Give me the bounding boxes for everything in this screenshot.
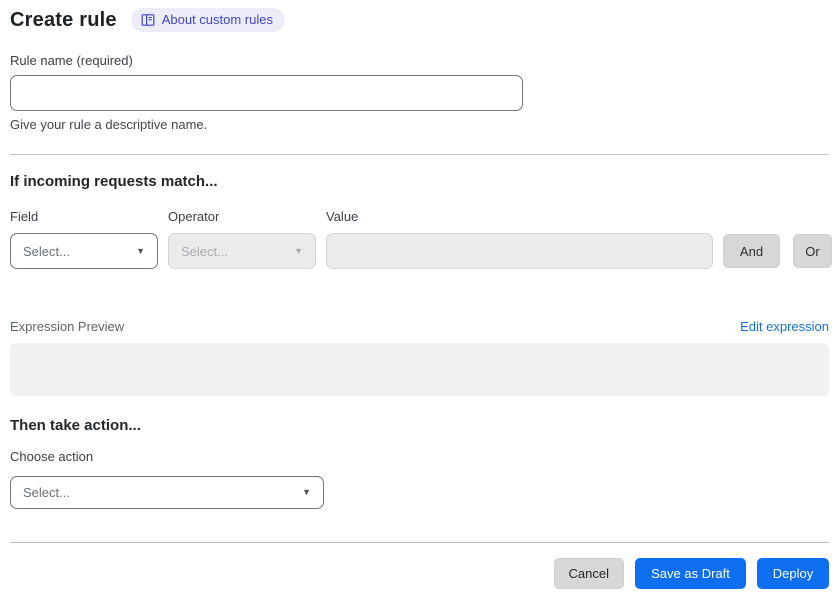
page-header: Create rule About custom rules: [10, 8, 829, 32]
match-section-heading: If incoming requests match...: [10, 173, 218, 190]
save-as-draft-button[interactable]: Save as Draft: [635, 558, 746, 589]
and-button[interactable]: And: [723, 234, 780, 268]
footer-actions: Cancel Save as Draft Deploy: [10, 558, 829, 589]
create-rule-page: Create rule About custom rules Rule name…: [0, 0, 839, 589]
about-custom-rules-label: About custom rules: [161, 12, 273, 27]
edit-expression-link[interactable]: Edit expression: [740, 319, 829, 334]
or-button[interactable]: Or: [793, 234, 832, 268]
value-input[interactable]: [326, 233, 713, 269]
operator-label: Operator: [168, 209, 220, 224]
page-title: Create rule: [10, 8, 117, 31]
operator-select-value: Select...: [181, 243, 228, 259]
rule-name-input[interactable]: [10, 75, 523, 111]
match-labels-row: Field Operator Value: [10, 209, 829, 224]
operator-select[interactable]: Select... ▼: [168, 233, 316, 269]
expression-preview-header: Expression Preview Edit expression: [10, 319, 829, 334]
section-divider-top: [10, 154, 829, 155]
rule-name-section: Rule name (required) Give your rule a de…: [10, 53, 829, 132]
field-select[interactable]: Select... ▼: [10, 233, 158, 269]
expression-preview-box: [10, 343, 829, 396]
rule-name-helper: Give your rule a descriptive name.: [10, 117, 208, 132]
chevron-down-icon: ▼: [302, 487, 311, 497]
choose-action-select[interactable]: Select... ▼: [10, 476, 324, 509]
expression-preview-label: Expression Preview: [10, 319, 125, 334]
choose-action-select-value: Select...: [23, 485, 70, 500]
book-icon: [141, 13, 155, 27]
value-label: Value: [326, 209, 359, 224]
field-label: Field: [10, 209, 39, 224]
footer-divider: [10, 542, 829, 543]
choose-action-label: Choose action: [10, 449, 94, 464]
about-custom-rules-link[interactable]: About custom rules: [130, 8, 285, 32]
deploy-button[interactable]: Deploy: [757, 558, 829, 589]
chevron-down-icon: ▼: [294, 245, 303, 256]
chevron-down-icon: ▼: [136, 245, 145, 256]
match-controls-row: Select... ▼ Select... ▼ And Or: [10, 233, 832, 269]
rule-name-label: Rule name (required): [10, 53, 133, 68]
field-select-value: Select...: [23, 243, 70, 259]
cancel-button[interactable]: Cancel: [553, 558, 624, 589]
action-section-heading: Then take action...: [10, 417, 141, 434]
